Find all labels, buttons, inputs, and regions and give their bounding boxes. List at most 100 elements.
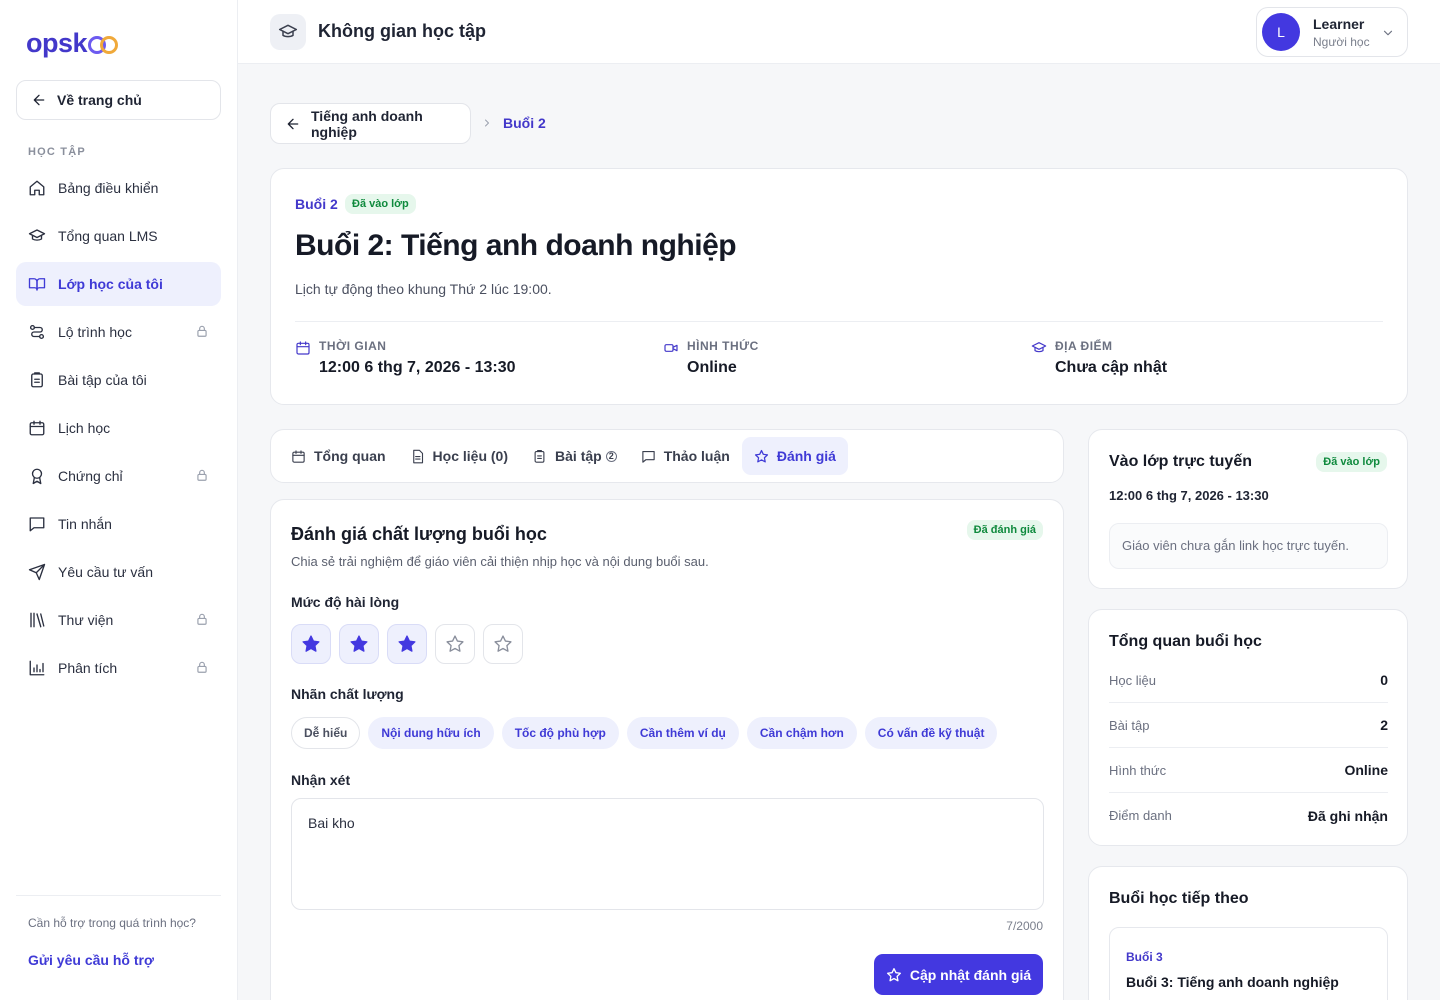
overview-key: Học liệu	[1109, 672, 1156, 688]
star-button-2[interactable]	[339, 624, 379, 664]
document-icon	[410, 449, 425, 464]
brand-name: opsk	[26, 27, 88, 58]
next-session-card: Buổi học tiếp theo Buổi 3 Buổi 3: Tiếng …	[1088, 866, 1408, 1000]
star-button-1[interactable]	[291, 624, 331, 664]
star-button-4[interactable]	[435, 624, 475, 664]
lock-icon	[195, 468, 209, 482]
route-icon	[28, 323, 46, 341]
breadcrumb-course: Tiếng anh doanh nghiệp	[311, 107, 423, 140]
star-icon	[886, 967, 902, 983]
tab-label: Thảo luận	[663, 448, 730, 464]
library-icon	[28, 611, 46, 629]
sidebar-item-schedule[interactable]: Lịch học	[16, 406, 221, 450]
chevron-right-icon	[481, 117, 493, 129]
section-label: HỌC TẬP	[28, 146, 86, 158]
sidebar-item-certificates[interactable]: Chứng chỉ	[16, 454, 221, 498]
tab-label: Bài tập	[555, 448, 602, 464]
comment-label: Nhận xét	[291, 772, 351, 788]
calendar-icon	[291, 449, 306, 464]
rating-description: Chia sẻ trải nghiệm để giáo viên cải thi…	[291, 554, 709, 569]
sidebar-item-learning-path[interactable]: Lộ trình học	[16, 310, 221, 354]
next-session-title: Buổi học tiếp theo	[1109, 890, 1249, 907]
tab-label: Tổng quan	[314, 448, 386, 464]
tab-materials[interactable]: Học liệu (0)	[398, 437, 520, 475]
star-filled-icon	[397, 634, 417, 654]
calendar-icon	[28, 419, 46, 437]
update-rating-button[interactable]: Cập nhật đánh giá	[874, 954, 1043, 995]
overview-value: 2	[1380, 717, 1388, 733]
overview-value: 0	[1380, 672, 1388, 688]
user-menu[interactable]: L Learner Người học	[1256, 7, 1408, 57]
sidebar-item-my-classes[interactable]: Lớp học của tôi	[16, 262, 221, 306]
status-badge: Đã vào lớp	[345, 194, 416, 214]
sidebar-item-dashboard[interactable]: Bảng điều khiển	[16, 166, 221, 210]
star-button-3[interactable]	[387, 624, 427, 664]
next-session-item[interactable]: Buổi 3 Buổi 3: Tiếng anh doanh nghiệp	[1109, 927, 1388, 1000]
graduation-cap-icon	[28, 227, 46, 245]
star-button-5[interactable]	[483, 624, 523, 664]
meta-value: Chưa cập nhật	[1055, 359, 1168, 376]
comment-textarea[interactable]	[291, 798, 1044, 910]
sidebar-item-my-assignments[interactable]: Bài tập của tôi	[16, 358, 221, 402]
sidebar-item-analytics[interactable]: Phân tích	[16, 646, 221, 690]
tag-chip[interactable]: Dễ hiểu	[291, 717, 361, 749]
tag-chip[interactable]: Tốc độ phù hợp	[501, 717, 619, 749]
support-request-link[interactable]: Gửi yêu cầu hỗ trợ	[28, 952, 221, 968]
status-badge: Đã đánh giá	[966, 520, 1043, 540]
chevron-down-icon	[1381, 26, 1395, 40]
tag-chip[interactable]: Cần chậm hơn	[746, 717, 857, 749]
rating-title: Đánh giá chất lượng buổi học	[291, 524, 547, 544]
message-icon	[641, 449, 656, 464]
star-outline-icon	[445, 634, 465, 654]
sidebar-item-label: Bảng điều khiển	[58, 180, 159, 196]
session-label: Buổi 2	[295, 196, 338, 212]
meta-key: THỜI GIAN	[319, 339, 387, 353]
tag-chip[interactable]: Có vấn đề kỹ thuật	[864, 717, 998, 749]
sidebar: opsk Về trang chủ HỌC TẬP Bảng điều khiể…	[0, 0, 238, 1000]
overview-value: Đã ghi nhận	[1307, 807, 1388, 824]
clipboard-icon	[28, 371, 46, 389]
overview-title: Tổng quan buổi học	[1109, 633, 1262, 650]
meta-value: 12:00 6 thg 7, 2026 - 13:30	[319, 359, 516, 376]
online-class-time: 12:00 6 thg 7, 2026 - 13:30	[1109, 488, 1269, 503]
session-description: Lịch tự động theo khung Thứ 2 lúc 19:00.	[295, 281, 552, 297]
back-home-button[interactable]: Về trang chủ	[16, 80, 221, 120]
clipboard-icon	[532, 449, 547, 464]
brand-logo[interactable]: opsk	[26, 26, 119, 60]
award-icon	[28, 467, 46, 485]
sidebar-item-consult-request[interactable]: Yêu cầu tư vấn	[16, 550, 221, 594]
sidebar-item-library[interactable]: Thư viện	[16, 598, 221, 642]
tab-overview[interactable]: Tổng quan	[279, 437, 398, 475]
tab-label: Học liệu (0)	[432, 448, 509, 464]
rating-card: Đánh giá chất lượng buổi học Đã đánh giá…	[270, 499, 1064, 1000]
sidebar-nav: Bảng điều khiển Tổng quan LMS Lớp học củ…	[16, 166, 221, 694]
overview-key: Hình thức	[1109, 762, 1167, 778]
overview-row: Hình thức Online	[1109, 748, 1388, 793]
topbar: Không gian học tập L Learner Người học	[238, 0, 1440, 64]
online-class-title: Vào lớp trực tuyến	[1109, 453, 1252, 470]
star-icon	[754, 449, 769, 464]
user-name: Learner	[1313, 16, 1365, 32]
send-icon	[28, 563, 46, 581]
calendar-icon	[295, 340, 311, 356]
sidebar-item-label: Tin nhắn	[58, 516, 112, 532]
sidebar-item-label: Yêu cầu tư vấn	[58, 564, 153, 580]
tab-rating[interactable]: Đánh giá	[741, 437, 848, 475]
quality-tags: Dễ hiểu Nội dung hữu ích Tốc độ phù hợp …	[291, 717, 998, 749]
tab-discussion[interactable]: Thảo luận	[629, 437, 742, 475]
tag-chip[interactable]: Nội dung hữu ích	[368, 717, 494, 749]
next-session-label: Buổi 3	[1126, 950, 1163, 964]
session-tabs: Tổng quan Học liệu (0) Bài tập 2 Thảo lu…	[270, 429, 1064, 483]
session-header-card: Buổi 2 Đã vào lớp Buổi 2: Tiếng anh doan…	[270, 168, 1408, 405]
online-class-note: Giáo viên chưa gắn link học trực tuyến.	[1109, 523, 1388, 569]
tab-label: Đánh giá	[776, 448, 836, 464]
tab-assignments[interactable]: Bài tập 2	[520, 437, 629, 475]
sidebar-item-lms-overview[interactable]: Tổng quan LMS	[16, 214, 221, 258]
sidebar-item-messages[interactable]: Tin nhắn	[16, 502, 221, 546]
breadcrumb-back-button[interactable]: Tiếng anh doanh nghiệp	[270, 103, 471, 144]
meta-key: HÌNH THỨC	[687, 339, 759, 353]
satisfaction-label: Mức độ hài lòng	[291, 594, 400, 610]
sidebar-item-label: Lịch học	[58, 420, 111, 436]
update-rating-label: Cập nhật đánh giá	[909, 966, 1032, 983]
tag-chip[interactable]: Cần thêm ví dụ	[626, 717, 739, 749]
